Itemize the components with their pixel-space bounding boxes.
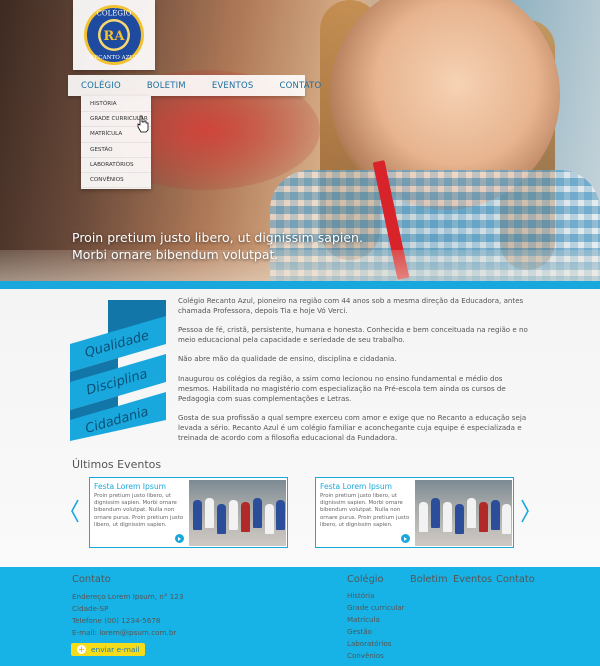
intro-paragraph-3: Não abre mão da qualidade de ensino, dis… — [178, 354, 397, 364]
chevron-right-icon[interactable] — [520, 499, 530, 523]
event-more-button[interactable] — [175, 534, 184, 543]
intro-paragraph-2: Pessoa de fé, cristã, persistente, human… — [178, 325, 528, 345]
footer-link-grade-curricular[interactable]: Grade curricular — [347, 603, 405, 612]
footer-link-historia[interactable]: História — [347, 591, 374, 600]
hero-caption: Proin pretium justo libero, ut dignissim… — [72, 229, 363, 263]
intro-text: Colégio Recanto Azul, pioneiro na região… — [178, 296, 530, 452]
main-nav: COLÉGIO BOLETIM EVENTOS CONTATO — [68, 75, 321, 96]
events-title: Últimos Eventos — [72, 458, 162, 471]
footer-nav-colegio[interactable]: Colégio — [347, 574, 384, 585]
dropdown-item-convenios[interactable]: CONVÊNIOS — [81, 173, 151, 189]
logo-text-bottom: RECANTO AZUL — [90, 55, 138, 61]
hero-divider — [0, 281, 600, 289]
nav-contato[interactable]: CONTATO — [266, 81, 334, 91]
logo-emblem-icon: RA COLÉGIO RECANTO AZUL — [84, 5, 144, 65]
plus-icon: + — [77, 645, 86, 654]
send-email-label: enviar e-mail — [91, 645, 140, 654]
footer-link-matricula[interactable]: Matrícula — [347, 615, 380, 624]
dropdown-item-laboratorios[interactable]: LABORATÓRIOS — [81, 158, 151, 173]
footer-address: Endereço Lorem Ipsum, n° 123 — [72, 592, 184, 601]
event-card-photo — [189, 480, 286, 546]
footer-link-laboratorios[interactable]: Laboratórios — [347, 639, 391, 648]
dropdown-item-gestao[interactable]: GESTÃO — [81, 143, 151, 158]
hero-caption-line1: Proin pretium justo libero, ut dignissim… — [72, 230, 363, 245]
event-card-text: Proin pretium justo libero, ut dignissim… — [94, 493, 184, 528]
colegio-dropdown: HISTÓRIA GRADE CURRICULAR MATRÍCULA GEST… — [81, 96, 151, 190]
event-card[interactable]: Festa Lorem Ipsum Proin pretium justo li… — [89, 477, 288, 548]
logo-text-top: COLÉGIO — [97, 9, 132, 18]
hero-caption-line2: Morbi ornare bibendum volutpat. — [72, 247, 279, 262]
footer-email[interactable]: E-mail: lorem@ipsum.com.br — [72, 628, 176, 637]
event-card-title: Festa Lorem Ipsum — [94, 482, 167, 491]
footer-link-gestao[interactable]: Gestão — [347, 627, 372, 636]
footer-nav-boletim[interactable]: Boletim — [410, 574, 448, 585]
event-more-button[interactable] — [401, 534, 410, 543]
hand-cursor-icon — [137, 115, 149, 133]
event-card-text: Proin pretium justo libero, ut dignissim… — [320, 493, 410, 528]
dropdown-item-historia[interactable]: HISTÓRIA — [81, 97, 151, 113]
footer-link-convenios[interactable]: Convênios — [347, 651, 384, 660]
send-email-button[interactable]: + enviar e-mail — [71, 643, 145, 656]
footer-nav-eventos[interactable]: Eventos — [453, 574, 492, 585]
footer-contact-title: Contato — [72, 574, 111, 585]
intro-paragraph-1: Colégio Recanto Azul, pioneiro na região… — [178, 296, 524, 315]
nav-eventos[interactable]: EVENTOS — [199, 81, 267, 91]
event-card-title: Festa Lorem Ipsum — [320, 482, 393, 491]
event-card[interactable]: Festa Lorem Ipsum Proin pretium justo li… — [315, 477, 514, 548]
footer-nav-contato[interactable]: Contato — [496, 574, 535, 585]
intro-paragraph-4: Inaugurou os colégios da região, a ssim … — [178, 373, 506, 403]
logo-monogram: RA — [104, 29, 126, 44]
event-card-photo — [415, 480, 512, 546]
logo[interactable]: RA COLÉGIO RECANTO AZUL — [73, 0, 155, 70]
values-ribbon: Qualidade Disciplina Cidadania — [70, 300, 166, 441]
footer-phone: Telefone (00) 1234-5678 — [72, 616, 161, 625]
nav-boletim[interactable]: BOLETIM — [134, 81, 199, 91]
chevron-left-icon[interactable] — [70, 499, 80, 523]
intro-paragraph-5: Gosta de sua profissão a qual sempre exe… — [178, 412, 527, 442]
nav-colegio[interactable]: COLÉGIO — [68, 81, 134, 91]
footer-city: Cidade-SP — [72, 604, 109, 613]
